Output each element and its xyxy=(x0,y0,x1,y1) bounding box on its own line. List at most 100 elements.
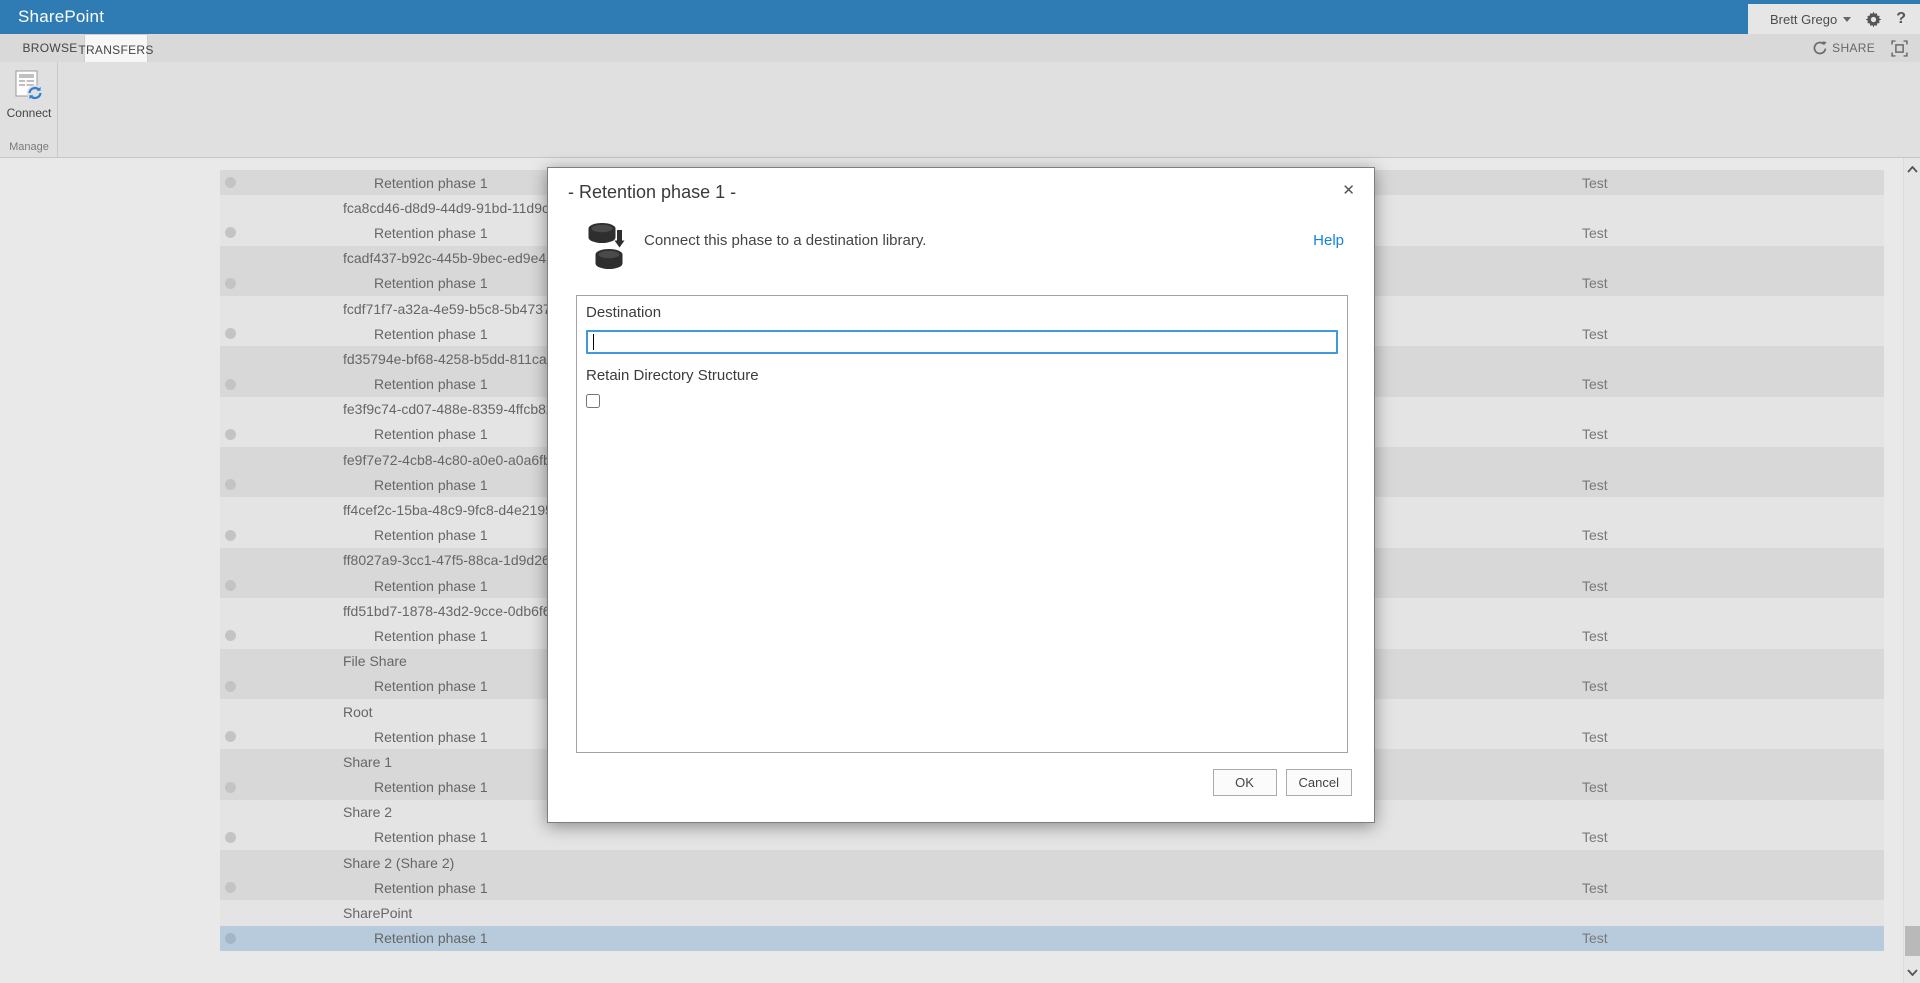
destination-groupbox: Destination Retain Directory Structure xyxy=(576,295,1348,753)
row-label: Share 2 xyxy=(343,804,392,820)
row-test-value: Test xyxy=(1582,275,1608,291)
row-bullet-icon xyxy=(225,681,236,692)
row-test-value: Test xyxy=(1582,527,1608,543)
row-label: ff8027a9-3cc1-47f5-88ca-1d9d2630 xyxy=(343,552,565,568)
row-test-value: Test xyxy=(1582,477,1608,493)
row-label: Retention phase 1 xyxy=(374,326,488,342)
row-label: File Share xyxy=(343,653,407,669)
row-label: ffd51bd7-1878-43d2-9cce-0db6f66 xyxy=(343,603,558,619)
tab-transfers[interactable]: TRANSFERS xyxy=(84,34,148,64)
row-test-value: Test xyxy=(1582,175,1608,191)
row-test-value: Test xyxy=(1582,678,1608,694)
row-test-value: Test xyxy=(1582,628,1608,644)
app-title: SharePoint xyxy=(18,7,104,27)
row-label: Retention phase 1 xyxy=(374,477,488,493)
row-label: Retention phase 1 xyxy=(374,880,488,896)
retain-directory-checkbox[interactable] xyxy=(586,394,600,408)
scrollbar-thumb[interactable] xyxy=(1905,926,1920,956)
row-label: Retention phase 1 xyxy=(374,527,488,543)
row-test-value: Test xyxy=(1582,930,1608,946)
ribbon-group-manage: Connect Manage xyxy=(0,62,58,157)
row-test-value: Test xyxy=(1582,729,1608,745)
dialog-description: Connect this phase to a destination libr… xyxy=(644,232,926,249)
row-bullet-icon xyxy=(225,379,236,390)
row-label: Retention phase 1 xyxy=(374,578,488,594)
table-row[interactable]: Retention phase 1 Test xyxy=(220,875,1884,900)
retention-phase-dialog: - Retention phase 1 - ✕ Connect this pha… xyxy=(547,167,1375,823)
close-icon[interactable]: ✕ xyxy=(1337,178,1360,202)
row-bullet-icon xyxy=(225,630,236,641)
row-label: Share 1 xyxy=(343,754,392,770)
ribbon-tab-row: BROWSE TRANSFERS SHARE xyxy=(0,34,1920,62)
row-label: ff4cef2c-15ba-48c9-9fc8-d4e2195f0 xyxy=(343,502,565,518)
row-bullet-icon xyxy=(225,177,236,188)
row-test-value: Test xyxy=(1582,225,1608,241)
row-bullet-icon xyxy=(225,882,236,893)
help-icon[interactable]: ? xyxy=(1896,10,1906,28)
retain-directory-label: Retain Directory Structure xyxy=(586,367,1338,384)
table-row[interactable]: Retention phase 1 Test xyxy=(220,926,1884,951)
row-test-value: Test xyxy=(1582,326,1608,342)
row-test-value: Test xyxy=(1582,880,1608,896)
user-menu[interactable]: Brett Grego xyxy=(1770,12,1851,27)
row-bullet-icon xyxy=(225,933,236,944)
ribbon-content: Connect Manage xyxy=(0,62,1920,158)
row-label: Root xyxy=(343,704,373,720)
row-label: fcadf437-b92c-445b-9bec-ed9e45d xyxy=(343,250,562,266)
row-label: Retention phase 1 xyxy=(374,779,488,795)
row-test-value: Test xyxy=(1582,376,1608,392)
table-row[interactable]: Retention phase 1 Test xyxy=(220,825,1884,850)
row-test-value: Test xyxy=(1582,779,1608,795)
database-transfer-icon xyxy=(586,222,632,277)
row-bullet-icon xyxy=(225,580,236,591)
row-label: Retention phase 1 xyxy=(374,829,488,845)
row-test-value: Test xyxy=(1582,578,1608,594)
focus-on-content-icon[interactable] xyxy=(1891,40,1908,57)
vertical-scrollbar[interactable] xyxy=(1903,158,1920,983)
help-link[interactable]: Help xyxy=(1313,232,1344,249)
row-label: fcdf71f7-a32a-4e59-b5c8-5b473759 xyxy=(343,301,566,317)
row-label: fca8cd46-d8d9-44d9-91bd-11d9c40 xyxy=(343,200,565,216)
row-label: fe9f7e72-4cb8-4c80-a0e0-a0a6fb8c xyxy=(343,452,566,468)
row-bullet-icon xyxy=(225,479,236,490)
row-test-value: Test xyxy=(1582,426,1608,442)
row-label: Retention phase 1 xyxy=(374,275,488,291)
row-label: Retention phase 1 xyxy=(374,628,488,644)
row-bullet-icon xyxy=(225,227,236,238)
row-bullet-icon xyxy=(225,429,236,440)
row-label: SharePoint xyxy=(343,905,412,921)
row-test-value: Test xyxy=(1582,829,1608,845)
scroll-down-icon[interactable] xyxy=(1906,965,1919,979)
cancel-button[interactable]: Cancel xyxy=(1286,769,1352,796)
caret-down-icon xyxy=(1843,17,1851,22)
row-bullet-icon xyxy=(225,530,236,541)
row-label: Share 2 (Share 2) xyxy=(343,855,454,871)
row-label: fd35794e-bf68-4258-b5dd-811ca7c xyxy=(343,351,561,367)
row-label: Retention phase 1 xyxy=(374,729,488,745)
settings-gear-icon[interactable] xyxy=(1865,11,1882,28)
connect-button[interactable]: Connect xyxy=(6,70,52,128)
row-label: Retention phase 1 xyxy=(374,175,488,191)
row-bullet-icon xyxy=(225,328,236,339)
row-label: fe3f9c74-cd07-488e-8359-4ffcb828 xyxy=(343,401,561,417)
suite-bar-right: Brett Grego ? xyxy=(1748,4,1920,34)
destination-label: Destination xyxy=(586,304,1338,321)
tab-browse[interactable]: BROWSE xyxy=(24,34,76,62)
table-row[interactable]: SharePoint xyxy=(220,900,1884,925)
scroll-up-icon[interactable] xyxy=(1906,162,1919,176)
ok-button[interactable]: OK xyxy=(1213,769,1277,796)
row-bullet-icon xyxy=(225,731,236,742)
connect-sync-icon xyxy=(14,70,44,102)
ribbon-group-label: Manage xyxy=(0,141,58,153)
table-row[interactable]: Share 2 (Share 2) xyxy=(220,850,1884,875)
row-bullet-icon xyxy=(225,832,236,843)
dialog-title: - Retention phase 1 - xyxy=(568,182,736,203)
destination-input[interactable] xyxy=(586,330,1338,354)
suite-bar: SharePoint xyxy=(0,0,1920,34)
row-label: Retention phase 1 xyxy=(374,376,488,392)
share-button[interactable]: SHARE xyxy=(1813,41,1875,55)
row-bullet-icon xyxy=(225,278,236,289)
text-cursor xyxy=(593,334,594,350)
row-bullet-icon xyxy=(225,782,236,793)
row-label: Retention phase 1 xyxy=(374,930,488,946)
